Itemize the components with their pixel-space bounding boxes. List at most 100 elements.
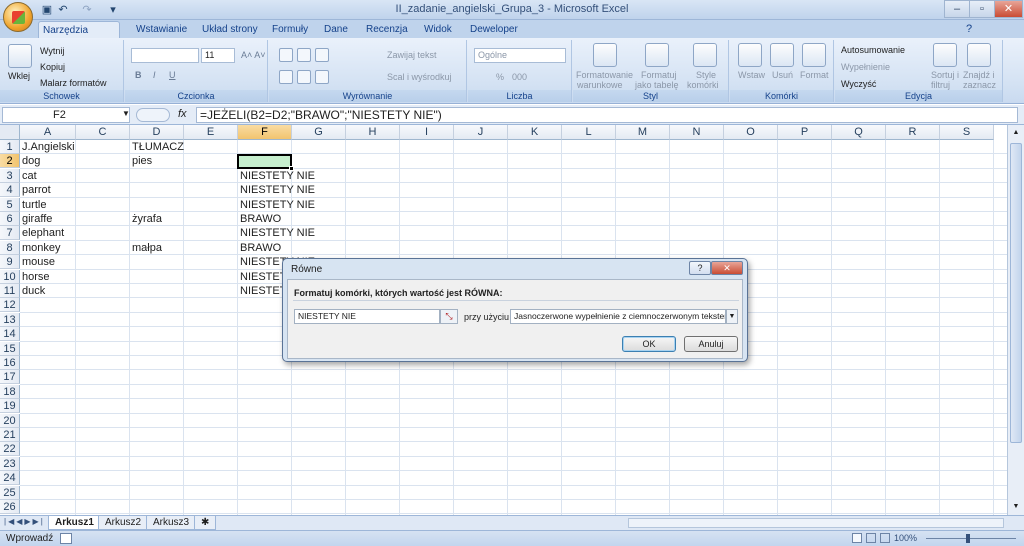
row-header-3[interactable]: 3 [0, 168, 20, 183]
row-header-4[interactable]: 4 [0, 183, 20, 198]
percent-button[interactable]: % [496, 72, 504, 82]
delete-cells-label[interactable]: Usuń [772, 70, 793, 80]
column-header-q[interactable]: Q [832, 125, 886, 140]
delete-cells-icon[interactable] [770, 43, 794, 67]
cancel-button[interactable]: Anuluj [684, 336, 738, 352]
select-all-corner[interactable] [0, 125, 20, 140]
close-button[interactable]: ✕ [994, 0, 1023, 18]
cell-a6[interactable]: giraffe [20, 212, 52, 226]
macro-record-icon[interactable] [60, 533, 72, 544]
zoom-slider[interactable] [926, 538, 1016, 539]
conditional-formatting-label[interactable]: Formatowanie [576, 70, 633, 80]
insert-function-icon[interactable]: fx [178, 108, 187, 120]
column-header-h[interactable]: H [346, 125, 400, 140]
row-header-7[interactable]: 7 [0, 226, 20, 241]
minimize-button[interactable]: – [944, 0, 970, 18]
conditional-formatting-label-2[interactable]: warunkowe [577, 80, 623, 90]
row-header-25[interactable]: 25 [0, 485, 20, 500]
name-box[interactable]: F2 [2, 107, 130, 123]
horizontal-scrollbar[interactable] [628, 518, 1004, 528]
paste-icon[interactable] [8, 44, 32, 68]
cell-a3[interactable]: cat [20, 169, 37, 183]
cell-f3[interactable]: NIESTETY NIE [238, 169, 315, 183]
name-box-dropdown-icon[interactable]: ▼ [122, 109, 130, 118]
vertical-scrollbar[interactable]: ▲ ▼ [1007, 125, 1024, 515]
cut-button[interactable]: Wytnij [40, 46, 64, 56]
cell-a1[interactable]: J.Angielski [20, 140, 75, 154]
row-header-11[interactable]: 11 [0, 284, 20, 298]
cell-d2[interactable]: pies [130, 154, 152, 168]
cell-a7[interactable]: elephant [20, 226, 64, 240]
dialog-help-button[interactable]: ? [689, 261, 711, 275]
fill-button[interactable]: Wypełnienie [841, 62, 890, 72]
row-header-21[interactable]: 21 [0, 428, 20, 442]
insert-cells-icon[interactable] [738, 43, 762, 67]
tab-insert[interactable]: Wstawianie [132, 21, 191, 39]
paste-label[interactable]: Wklej [8, 71, 30, 81]
cell-f4[interactable]: NIESTETY NIE [238, 183, 315, 197]
maximize-button[interactable]: ▫ [969, 0, 995, 18]
sheet-tab-arkusz2[interactable]: Arkusz2 [98, 516, 149, 530]
align-top-icon[interactable] [279, 48, 293, 62]
row-header-2[interactable]: 2 [0, 154, 20, 169]
column-header-o[interactable]: O [724, 125, 778, 140]
format-as-table-icon[interactable] [645, 43, 669, 67]
tab-review[interactable]: Recenzja [362, 21, 412, 39]
column-header-d[interactable]: D [130, 125, 184, 140]
tab-home[interactable]: Narzędzia główne [38, 21, 120, 53]
column-header-m[interactable]: M [616, 125, 670, 140]
cell-d8[interactable]: małpa [130, 241, 162, 255]
page-break-view-icon[interactable] [880, 533, 890, 543]
scroll-thumb[interactable] [1010, 143, 1022, 443]
formula-splitter[interactable] [136, 108, 170, 122]
column-header-i[interactable]: I [400, 125, 454, 140]
column-header-r[interactable]: R [886, 125, 940, 140]
scroll-up-icon[interactable]: ▲ [1010, 127, 1022, 139]
cell-d1[interactable]: TŁUMACZ [130, 140, 184, 154]
row-header-1[interactable]: 1 [0, 140, 20, 154]
cell-f7[interactable]: NIESTETY NIE [238, 226, 315, 240]
row-header-26[interactable]: 26 [0, 500, 20, 514]
tab-formulas[interactable]: Formuły [268, 21, 312, 39]
style-select[interactable]: Jasnoczerwone wypełnienie z ciemnoczerwo… [510, 309, 726, 324]
sort-filter-icon[interactable] [933, 43, 957, 67]
insert-sheet-icon[interactable]: ✱ [194, 516, 216, 530]
row-header-14[interactable]: 14 [0, 327, 20, 342]
row-header-13[interactable]: 13 [0, 312, 20, 327]
row-header-20[interactable]: 20 [0, 413, 20, 428]
row-header-18[interactable]: 18 [0, 384, 20, 399]
number-format-combo[interactable]: Ogólne [474, 48, 566, 63]
tab-developer[interactable]: Deweloper [466, 21, 522, 39]
font-size-combo[interactable]: 11 [201, 48, 235, 63]
conditional-formatting-icon[interactable] [593, 43, 617, 67]
clear-button[interactable]: Wyczyść [841, 79, 876, 89]
thousands-button[interactable]: 000 [512, 72, 527, 82]
sheet-tab-arkusz1[interactable]: Arkusz1 [48, 516, 101, 530]
cell-f5[interactable]: NIESTETY NIE [238, 198, 315, 212]
merge-center-button[interactable]: Scal i wyśrodkuj [387, 72, 452, 82]
grow-font-icon[interactable]: A˄ A˅ [241, 50, 266, 60]
cell-a4[interactable]: parrot [20, 183, 51, 197]
insert-cells-label[interactable]: Wstaw [738, 70, 765, 80]
copy-button[interactable]: Kopiuj [40, 62, 65, 72]
normal-view-icon[interactable] [852, 533, 862, 543]
column-header-l[interactable]: L [562, 125, 616, 140]
zoom-level[interactable]: 100% [894, 533, 917, 543]
range-picker-icon[interactable]: ⤡ [440, 309, 458, 324]
row-header-8[interactable]: 8 [0, 240, 20, 255]
row-header-16[interactable]: 16 [0, 356, 20, 370]
cell-f6[interactable]: BRAWO [238, 212, 281, 226]
row-header-17[interactable]: 17 [0, 370, 20, 385]
format-painter-button[interactable]: Malarz formatów [40, 78, 107, 88]
active-cell-F2[interactable] [237, 154, 294, 171]
chevron-down-icon[interactable]: ▼ [726, 309, 738, 324]
underline-button[interactable]: U [169, 70, 176, 80]
find-select-label[interactable]: Znajdź i [963, 70, 995, 80]
office-button[interactable] [3, 2, 33, 32]
cell-a8[interactable]: monkey [20, 241, 61, 255]
cell-a9[interactable]: mouse [20, 255, 55, 269]
row-header-22[interactable]: 22 [0, 442, 20, 457]
find-select-icon[interactable] [967, 43, 991, 67]
row-header-12[interactable]: 12 [0, 298, 20, 313]
format-cells-label[interactable]: Format [800, 70, 829, 80]
